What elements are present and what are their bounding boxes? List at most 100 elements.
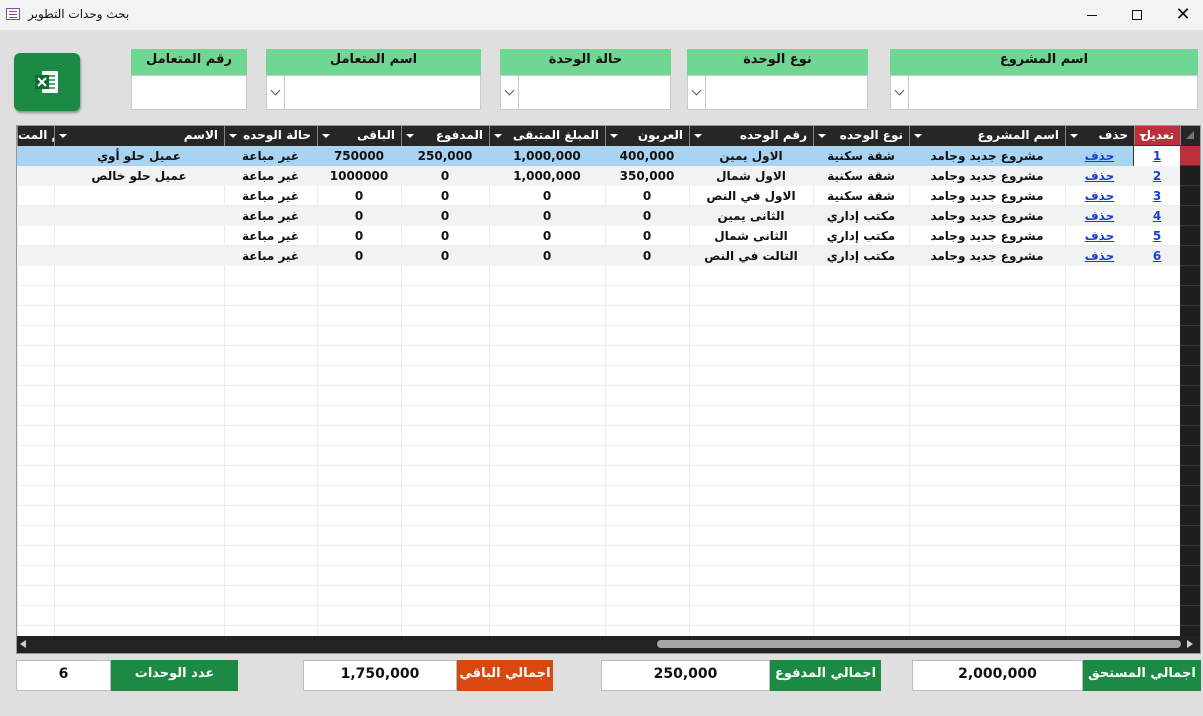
sort-arrow-icon[interactable] [322,134,330,138]
project-combobox[interactable] [890,75,1198,110]
table-row[interactable]: 6 حذف مشروع جديد وجامد مكتب إداري التالت في … [17,246,1180,266]
record-selector[interactable] [1180,366,1200,386]
record-selector[interactable] [1180,466,1200,486]
unit-status-dropdown-button[interactable] [501,76,519,109]
record-selector[interactable] [1180,526,1200,546]
cell-balance: 1000000 [329,169,389,183]
chevron-down-icon [270,85,281,96]
cell-delete[interactable]: حذف [1065,226,1134,246]
col-header-deposit[interactable]: العربون [605,126,689,146]
cell-delete[interactable]: حذف [1065,146,1134,166]
record-selector[interactable] [1180,326,1200,346]
chevron-down-icon [894,85,905,96]
record-selector[interactable] [1180,506,1200,526]
table-row[interactable]: 5 حذف مشروع جديد وجامد مكتب إداري الثانى شما… [17,226,1180,246]
unit-type-combobox[interactable] [687,75,868,110]
sort-arrow-icon[interactable] [59,134,67,138]
record-selector[interactable] [1180,186,1200,206]
maximize-button[interactable] [1114,0,1160,30]
col-header-name[interactable]: الاسم [54,126,224,146]
cell-unit-type: شقة سكنية [827,149,895,163]
col-header-edit[interactable]: تعديل [1134,126,1180,146]
sort-arrow-icon[interactable] [914,134,922,138]
table-row[interactable]: 2 حذف مشروع جديد وجامد شقة سكنية الاول شمال 3… [17,166,1180,186]
client-name-combobox[interactable] [266,75,481,110]
project-dropdown-button[interactable] [891,76,909,109]
record-selector[interactable] [1180,266,1200,286]
cell-edit[interactable]: 3 [1134,186,1180,206]
record-selector[interactable] [1180,286,1200,306]
record-selector[interactable] [1180,386,1200,406]
row-divider [17,485,1180,486]
cell-project: مشروع جديد وجامد [930,209,1044,223]
sort-arrow-icon[interactable] [818,134,826,138]
sort-arrow-icon[interactable] [694,134,702,138]
cell-delete[interactable]: حذف [1065,206,1134,226]
record-selector[interactable] [1180,566,1200,586]
minimize-button[interactable] [1069,0,1115,30]
record-selector[interactable] [1180,446,1200,466]
table-row[interactable]: 4 حذف مشروع جديد وجامد مكتب إداري الثانى يمي… [17,206,1180,226]
cell-remaining-amount: 0 [542,209,552,223]
record-selector[interactable] [1180,606,1200,626]
table-row[interactable]: 3 حذف مشروع جديد وجامد شقة سكنية الاول في ال… [17,186,1180,206]
col-header-status[interactable]: حالة الوحده [224,126,317,146]
cell-edit[interactable]: 5 [1134,226,1180,246]
record-selector[interactable] [1180,306,1200,326]
row-divider [17,585,1180,586]
cell-delete[interactable]: حذف [1065,246,1134,266]
title-bar: بحث وحدات التطوير ✕ [0,0,1203,30]
sort-arrow-icon[interactable] [610,134,618,138]
sort-arrow-icon[interactable] [406,134,414,138]
col-header-paid[interactable]: المدفوع [401,126,489,146]
cell-balance: 0 [354,209,364,223]
cell-unit-type: مكتب إداري [826,249,896,263]
scrollbar-thumb[interactable] [657,640,1181,648]
cell-edit[interactable]: 6 [1134,246,1180,266]
record-selector[interactable] [1180,206,1200,226]
cell-unit-no: الاول في النص [706,189,796,203]
client-number-input[interactable] [131,75,247,110]
col-header-balance[interactable]: الباقى [317,126,401,146]
filter-unit-type-label: نوع الوحدة [687,49,868,75]
record-selector[interactable] [1180,246,1200,266]
select-all-button[interactable] [1180,126,1200,146]
sort-arrow-icon[interactable] [1139,134,1147,138]
record-selector[interactable] [1180,426,1200,446]
record-selector[interactable] [1180,546,1200,566]
col-header-project[interactable]: اسم المشروع [909,126,1065,146]
record-selector[interactable] [1180,486,1200,506]
cell-remaining-amount: 0 [542,229,552,243]
cell-delete[interactable]: حذف [1065,166,1134,186]
cell-edit[interactable]: 4 [1134,206,1180,226]
horizontal-scrollbar[interactable] [17,636,1200,653]
col-header-unit-type[interactable]: نوع الوحده [813,126,909,146]
record-selector[interactable] [1180,166,1200,186]
record-selector[interactable] [1180,146,1200,166]
record-selector[interactable] [1180,586,1200,606]
table-row[interactable]: 1 حذف مشروع جديد وجامد شقة سكنية الاول يمين 4… [17,145,1181,167]
scroll-left-icon[interactable] [20,640,26,648]
record-selector[interactable] [1180,406,1200,426]
cell-edit[interactable]: 2 [1134,166,1180,186]
cell-edit[interactable]: 1 [1133,145,1181,167]
unit-type-dropdown-button[interactable] [688,76,706,109]
client-name-dropdown-button[interactable] [267,76,285,109]
col-header-unit-no[interactable]: رقم الوحده [689,126,813,146]
sort-arrow-icon[interactable] [494,134,502,138]
col-header-delete[interactable]: حذف [1065,126,1134,146]
cell-deposit: 350,000 [619,169,675,183]
unit-status-combobox[interactable] [500,75,671,110]
scroll-right-icon[interactable] [1187,640,1193,648]
cell-delete[interactable]: حذف [1065,186,1134,206]
record-selector[interactable] [1180,226,1200,246]
col-header-client-no[interactable]: رقم المت [17,126,54,146]
record-selector[interactable] [1180,346,1200,366]
sort-arrow-icon[interactable] [229,134,237,138]
close-button[interactable]: ✕ [1160,0,1203,30]
export-excel-button[interactable] [14,53,80,111]
col-header-remaining-amount[interactable]: المبلغ المتبقى [489,126,605,146]
sort-arrow-icon[interactable] [1070,134,1078,138]
cell-deposit: 0 [642,189,652,203]
cell-name [54,226,224,246]
